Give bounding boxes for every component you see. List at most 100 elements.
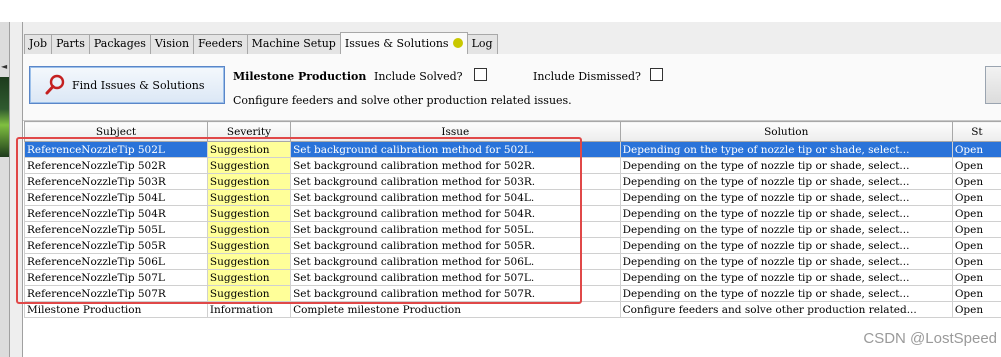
cell-severity: Suggestion <box>206 157 292 174</box>
table-row[interactable]: ReferenceNozzleTip 506L Suggestion Set bac… <box>24 253 1001 270</box>
cell-solution: Depending on the type of nozzle tip or s… <box>619 173 953 190</box>
include-dismissed-label: Include Dismissed? <box>533 70 641 83</box>
tab-label: Log <box>471 37 493 50</box>
table-row[interactable]: ReferenceNozzleTip 502L Suggestion Set bac… <box>24 141 1001 158</box>
cell-solution: Depending on the type of nozzle tip or s… <box>619 237 953 254</box>
include-dismissed-checkbox[interactable] <box>650 68 663 81</box>
tab-machine-setup[interactable]: Machine Setup <box>246 34 341 54</box>
camera-preview-thumbnail <box>0 77 9 157</box>
column-header-severity[interactable]: Severity <box>206 121 292 142</box>
tab-label: Machine Setup <box>251 37 336 50</box>
tab-parts[interactable]: Parts <box>51 34 90 54</box>
column-header-solution[interactable]: Solution <box>619 121 953 142</box>
cell-state: Open <box>951 205 1001 222</box>
collapse-arrow-icon[interactable]: ◄ <box>1 62 7 71</box>
cell-severity: Suggestion <box>206 253 292 270</box>
cell-issue: Set background calibration method for 50… <box>290 269 621 286</box>
cell-state: Open <box>951 141 1001 158</box>
status-dot-icon <box>452 38 463 48</box>
column-header-issue[interactable]: Issue <box>290 121 621 142</box>
cell-solution: Depending on the type of nozzle tip or s… <box>619 253 953 270</box>
tab-bar: Job Parts Packages Vision Feeders Machine Set… <box>24 32 498 54</box>
cell-severity: Suggestion <box>206 173 292 190</box>
issues-table: Subject Severity Issue Solution St Refer… <box>24 121 1001 318</box>
cell-severity: Suggestion <box>206 141 292 158</box>
tab-label: Vision <box>154 37 190 50</box>
table-row[interactable]: ReferenceNozzleTip 505R Suggestion Set bac… <box>24 237 1001 254</box>
tab-vision[interactable]: Vision <box>149 34 195 54</box>
cell-severity: Suggestion <box>206 237 292 254</box>
tab-label: Job <box>29 37 48 50</box>
table-row[interactable]: ReferenceNozzleTip 503R Suggestion Set bac… <box>24 173 1001 190</box>
tab-log[interactable]: Log <box>466 34 498 54</box>
cell-subject: ReferenceNozzleTip 502R <box>24 157 208 174</box>
table-row[interactable]: Milestone Production Information Complete … <box>24 301 1001 318</box>
issues-table-container: Subject Severity Issue Solution St Refer… <box>23 120 1001 357</box>
cell-severity: Information <box>206 301 292 318</box>
cell-subject: Milestone Production <box>24 301 208 318</box>
table-row[interactable]: ReferenceNozzleTip 504R Suggestion Set bac… <box>24 205 1001 222</box>
panel-gutter <box>10 22 22 357</box>
cell-subject: ReferenceNozzleTip 505L <box>24 221 208 238</box>
left-side-strip: ◄ <box>0 22 10 357</box>
cell-subject: ReferenceNozzleTip 507R <box>24 285 208 302</box>
table-row[interactable]: ReferenceNozzleTip 502R Suggestion Set bac… <box>24 157 1001 174</box>
table-header-row: Subject Severity Issue Solution St <box>24 121 1001 142</box>
cell-issue: Set background calibration method for 50… <box>290 141 621 158</box>
tab-feeders[interactable]: Feeders <box>193 34 248 54</box>
cell-subject: ReferenceNozzleTip 504L <box>24 189 208 206</box>
cell-issue: Set background calibration method for 50… <box>290 189 621 206</box>
cell-issue: Complete milestone Production <box>290 301 621 318</box>
table-row[interactable]: ReferenceNozzleTip 507L Suggestion Set bac… <box>24 269 1001 286</box>
cell-solution: Depending on the type of nozzle tip or s… <box>619 189 953 206</box>
main-panel: Job Parts Packages Vision Feeders Machine Set… <box>22 22 1001 357</box>
table-row[interactable]: ReferenceNozzleTip 507R Suggestion Set bac… <box>24 285 1001 302</box>
cell-severity: Suggestion <box>206 285 292 302</box>
cell-issue: Set background calibration method for 50… <box>290 157 621 174</box>
cell-subject: ReferenceNozzleTip 504R <box>24 205 208 222</box>
cell-subject: ReferenceNozzleTip 505R <box>24 237 208 254</box>
cell-subject: ReferenceNozzleTip 503R <box>24 173 208 190</box>
magnifier-icon <box>45 74 65 95</box>
column-header-subject[interactable]: Subject <box>24 121 208 142</box>
right-action-button[interactable] <box>985 66 1001 104</box>
table-row[interactable]: ReferenceNozzleTip 504L Suggestion Set bac… <box>24 189 1001 206</box>
cell-state: Open <box>951 301 1001 318</box>
cell-state: Open <box>951 269 1001 286</box>
cell-subject: ReferenceNozzleTip 506L <box>24 253 208 270</box>
cell-state: Open <box>951 285 1001 302</box>
tab-label: Issues & Solutions <box>344 37 449 50</box>
tab-issues-solutions[interactable]: Issues & Solutions <box>339 32 468 54</box>
cell-solution: Depending on the type of nozzle tip or s… <box>619 221 953 238</box>
find-issues-label: Find Issues & Solutions <box>72 78 205 92</box>
table-row[interactable]: ReferenceNozzleTip 505L Suggestion Set bac… <box>24 221 1001 238</box>
cell-state: Open <box>951 157 1001 174</box>
milestone-title: Milestone Production <box>233 70 367 83</box>
tab-label: Packages <box>93 37 146 50</box>
cell-solution: Depending on the type of nozzle tip or s… <box>619 141 953 158</box>
cell-solution: Configure feeders and solve other produc… <box>619 301 953 318</box>
milestone-description: Configure feeders and solve other produc… <box>233 94 572 107</box>
find-issues-button[interactable]: Find Issues & Solutions <box>29 66 225 104</box>
tab-label: Feeders <box>198 37 243 50</box>
cell-state: Open <box>951 221 1001 238</box>
cell-state: Open <box>951 173 1001 190</box>
cell-issue: Set background calibration method for 50… <box>290 285 621 302</box>
include-solved-checkbox[interactable] <box>474 68 487 81</box>
watermark: CSDN @LostSpeed <box>863 330 997 347</box>
cell-severity: Suggestion <box>206 205 292 222</box>
cell-severity: Suggestion <box>206 189 292 206</box>
cell-state: Open <box>951 189 1001 206</box>
cell-issue: Set background calibration method for 50… <box>290 205 621 222</box>
tab-packages[interactable]: Packages <box>88 34 151 54</box>
include-solved-label: Include Solved? <box>374 70 463 83</box>
cell-state: Open <box>951 237 1001 254</box>
cell-solution: Depending on the type of nozzle tip or s… <box>619 285 953 302</box>
cell-issue: Set background calibration method for 50… <box>290 221 621 238</box>
cell-solution: Depending on the type of nozzle tip or s… <box>619 269 953 286</box>
tab-job[interactable]: Job <box>24 34 53 54</box>
tab-label: Parts <box>56 37 85 50</box>
column-header-state[interactable]: St <box>951 121 1001 142</box>
cell-issue: Set background calibration method for 50… <box>290 253 621 270</box>
cell-severity: Suggestion <box>206 221 292 238</box>
